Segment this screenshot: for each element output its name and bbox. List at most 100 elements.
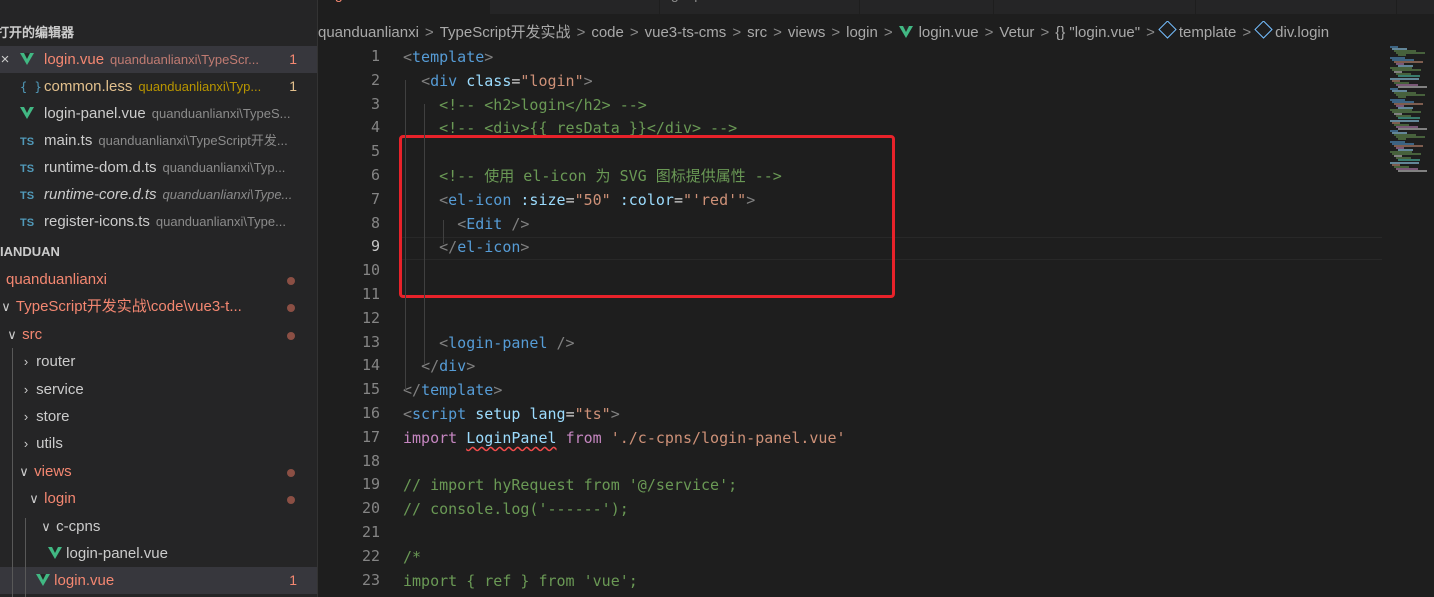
open-editor-item[interactable]: { } common.less quanduanlianxi\Typ... 1 — [0, 73, 317, 100]
tree-item[interactable]: ∨ login — [0, 485, 317, 512]
breadcrumb-file[interactable]: login.vue — [919, 24, 979, 41]
breadcrumb-item[interactable]: quanduanlianxi — [318, 24, 419, 41]
editor-tab[interactable]: login-panel.vue — [654, 0, 860, 14]
open-editor-filename: main.ts — [44, 132, 93, 149]
tree-item[interactable]: › utils — [0, 430, 317, 457]
code-line[interactable]: /* — [403, 546, 421, 570]
breadcrumb-symbol[interactable]: div.login — [1275, 24, 1329, 41]
code-token: from — [565, 428, 602, 447]
code-line[interactable]: </template> — [403, 379, 502, 403]
tree-item-label: login-panel.vue — [66, 545, 168, 562]
chevron-down-icon: ∨ — [41, 518, 51, 534]
line-number: 14 — [361, 356, 380, 375]
open-editors-header[interactable]: 打开的编辑器 — [0, 22, 317, 44]
editor-tab[interactable]: login.vue — [318, 0, 490, 14]
tab-label: main.ts — [860, 0, 905, 2]
tab-label: login-panel.vue — [660, 0, 755, 2]
open-editors-title: 打开的编辑器 — [0, 25, 75, 40]
line-number: 17 — [361, 427, 380, 446]
open-editor-item[interactable]: TS runtime-dom.d.ts quanduanlianxi\Typ... — [0, 154, 317, 181]
vue-icon — [36, 574, 50, 587]
vue-icon — [20, 53, 34, 65]
code-token: template — [412, 48, 485, 66]
tree-item[interactable]: › router — [0, 348, 317, 375]
tree-item[interactable]: login.vue 1 — [0, 567, 317, 595]
code-token: class — [466, 71, 512, 90]
tree-item[interactable]: quanduanlianxi — [0, 266, 317, 293]
code-token: lang — [529, 405, 566, 423]
breadcrumb-item[interactable]: vue3-ts-cms — [645, 24, 727, 41]
open-editor-item[interactable]: TS runtime-core.d.ts quanduanlianxi\Type..… — [0, 181, 317, 208]
tree-item[interactable]: ∨ c-cpns — [0, 513, 317, 540]
code-line[interactable]: </div> — [403, 355, 475, 379]
breadcrumb-symbol[interactable]: {} "login.vue" — [1055, 24, 1140, 41]
line-number: 11 — [361, 285, 380, 303]
open-editor-path: quanduanlianxi\TypeScript开发... — [98, 133, 288, 148]
open-editor-item[interactable]: TS register-icons.ts quanduanlianxi\Type..… — [0, 208, 317, 235]
code-line[interactable]: <div class="login"> — [403, 70, 593, 94]
breadcrumb-language[interactable]: Vetur — [999, 24, 1034, 41]
tree-item[interactable]: ∨ views — [0, 458, 317, 485]
breadcrumb-item[interactable]: src — [747, 24, 767, 41]
ts-icon: TS — [20, 163, 35, 175]
code-token: <!-- <h2>login</h2> --> — [439, 95, 647, 114]
modified-dot — [287, 468, 295, 477]
tree-item[interactable]: login-panel.vue — [0, 540, 317, 567]
open-editor-filename: runtime-dom.d.ts — [44, 159, 157, 176]
breadcrumb-separator: > — [576, 24, 586, 41]
code-line[interactable]: import LoginPanel from './c-cpns/login-p… — [403, 427, 846, 451]
line-number: 23 — [361, 570, 380, 589]
code-line[interactable]: <!-- <h2>login</h2> --> — [403, 94, 647, 118]
code-token: > — [484, 48, 494, 66]
modified-dot — [287, 496, 295, 505]
line-number: 19 — [361, 475, 380, 494]
chevron-down-icon: ∨ — [7, 326, 17, 342]
code-line[interactable]: <script setup lang="ts"> — [403, 403, 620, 427]
editor-tab[interactable]: main.ts — [854, 0, 994, 14]
line-number: 5 — [370, 142, 380, 161]
line-number: 7 — [370, 189, 380, 208]
code-token: import — [403, 428, 458, 447]
code-line[interactable]: // import hyRequest from '@/service'; — [403, 474, 737, 498]
tree-item-label: login — [44, 490, 76, 508]
breadcrumb-item[interactable]: login — [846, 24, 878, 41]
tree-item[interactable]: ∨ src — [0, 321, 317, 348]
modified-dot — [287, 331, 295, 340]
tree-item[interactable]: › store — [0, 403, 317, 430]
code-token: './c-cpns/login-panel.vue' — [610, 428, 846, 447]
workspace-header[interactable]: IANDUAN — [0, 241, 317, 263]
editor-tab[interactable]: runtime-dom.d.ts — [988, 0, 1196, 14]
code-token: script — [412, 405, 467, 423]
code-line[interactable]: <template> — [403, 46, 493, 70]
line-number: 21 — [361, 523, 380, 541]
annotation-highlight-box — [399, 135, 895, 298]
line-number: 2 — [370, 70, 380, 89]
breadcrumb-separator: > — [831, 24, 841, 41]
code-line[interactable]: import { ref } from 'vue'; — [403, 570, 638, 594]
open-editor-item[interactable]: × login.vue quanduanlianxi\TypeScr... 1 — [0, 46, 317, 73]
breadcrumb-item[interactable]: code — [591, 24, 624, 41]
editor-tab[interactable]: common.less — [484, 0, 660, 14]
code-line[interactable]: <login-panel /> — [403, 332, 574, 356]
minimap[interactable] — [1384, 46, 1434, 597]
minimap-line — [1398, 85, 1427, 88]
breadcrumb-item[interactable]: views — [788, 24, 826, 41]
line-number: 13 — [361, 332, 380, 351]
code-token: "login" — [520, 71, 584, 90]
open-editor-item[interactable]: TS main.ts quanduanlianxi\TypeScript开发... — [0, 127, 317, 154]
tree-item[interactable]: › service — [0, 376, 317, 403]
tree-item-label: c-cpns — [56, 517, 101, 535]
breadcrumb-symbol[interactable]: template — [1179, 24, 1237, 41]
breadcrumb-item[interactable]: TypeScript开发实战 — [440, 24, 571, 41]
code-token: // console.log('------'); — [403, 500, 629, 519]
editor-tab[interactable]: runtime-core.d.ts — [1190, 0, 1397, 14]
code-token: < — [403, 405, 413, 423]
close-icon[interactable]: × — [0, 46, 12, 73]
tab-label: common.less — [490, 0, 572, 2]
tree-item[interactable]: ∨ TypeScript开发实战\code\vue3-t... — [0, 293, 317, 320]
code-line[interactable]: // console.log('------'); — [403, 498, 629, 522]
modified-dot — [287, 277, 295, 285]
open-editor-item[interactable]: login-panel.vue quanduanlianxi\TypeS... — [0, 100, 317, 127]
